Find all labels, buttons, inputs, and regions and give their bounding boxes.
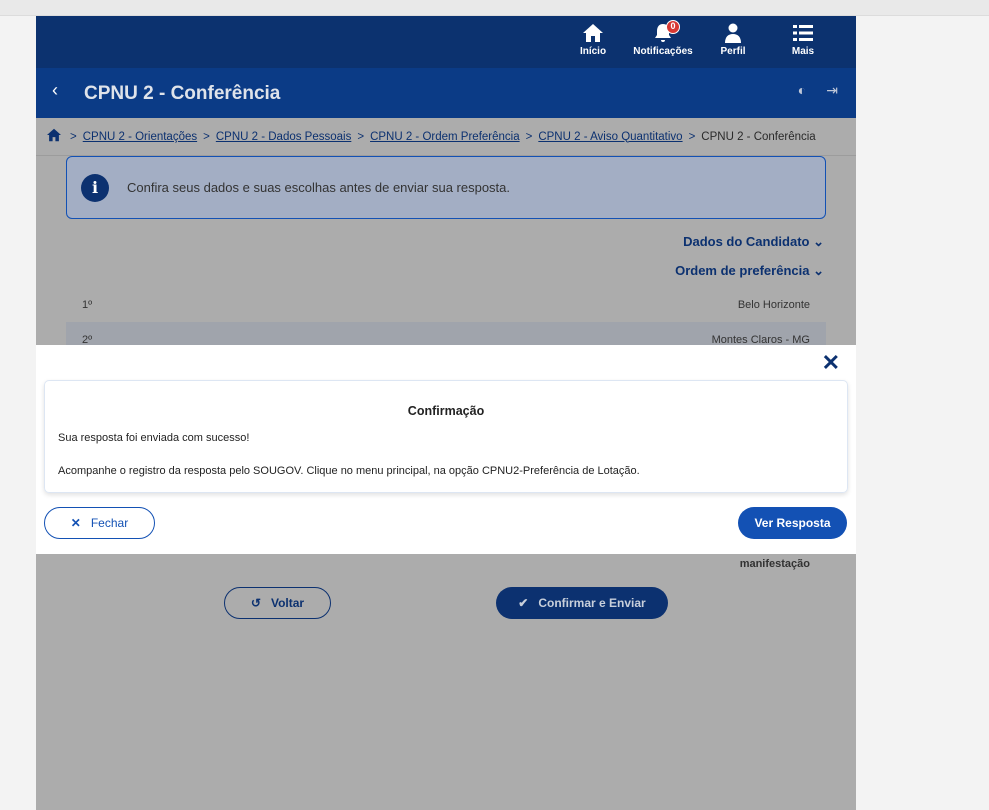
header: Início 0 Notificações Perfil Mais bbox=[36, 16, 856, 68]
breadcrumb: > CPNU 2 - Orientações > CPNU 2 - Dados Pe… bbox=[36, 118, 856, 156]
user-icon bbox=[698, 20, 768, 46]
modal-card: Confirmação Sua resposta foi enviada com… bbox=[44, 380, 848, 493]
list-icon bbox=[768, 20, 838, 46]
breadcrumb-link[interactable]: CPNU 2 - Orientações bbox=[83, 131, 197, 143]
undo-icon: ↺ bbox=[250, 596, 261, 610]
breadcrumb-link[interactable]: CPNU 2 - Aviso Quantitativo bbox=[538, 131, 682, 143]
confirmation-modal: ✕ Confirmação Sua resposta foi enviada c… bbox=[36, 345, 856, 554]
home-icon bbox=[558, 20, 628, 46]
close-icon: ✕ bbox=[70, 516, 81, 530]
nav-mais[interactable]: Mais bbox=[768, 20, 838, 57]
table-row: 1º Belo Horizonte bbox=[82, 299, 810, 311]
confirmar-enviar-button[interactable]: ✔ Confirmar e Enviar bbox=[496, 587, 668, 619]
info-alert: i Confira seus dados e suas escolhas ante… bbox=[66, 156, 826, 219]
modal-title: Confirmação bbox=[407, 404, 485, 418]
logout-icon[interactable]: ⇥ bbox=[826, 82, 838, 99]
contrast-icon[interactable]: ◐ bbox=[798, 82, 806, 99]
notification-badge: 0 bbox=[666, 20, 680, 34]
title-bar: ‹ CPNU 2 - Conferência ◐ ⇥ bbox=[36, 68, 856, 118]
nav-perfil[interactable]: Perfil bbox=[698, 20, 768, 57]
voltar-button[interactable]: ↺ Voltar bbox=[224, 587, 331, 619]
info-icon: i bbox=[81, 173, 109, 202]
page-title: CPNU 2 - Conferência bbox=[84, 83, 281, 104]
back-chevron-icon[interactable]: ‹ bbox=[52, 80, 58, 101]
nav-inicio[interactable]: Início bbox=[558, 20, 628, 57]
chevron-down-icon: ⌄ bbox=[813, 234, 824, 249]
close-icon[interactable]: ✕ bbox=[822, 350, 840, 376]
browser-top bbox=[0, 0, 989, 16]
home-icon[interactable] bbox=[46, 128, 62, 145]
bell-icon: 0 bbox=[628, 20, 698, 46]
breadcrumb-current: CPNU 2 - Conferência bbox=[701, 130, 816, 143]
accordion-dados-candidato[interactable]: Dados do Candidato ⌄ bbox=[683, 234, 824, 250]
ver-resposta-button[interactable]: Ver Resposta bbox=[738, 507, 847, 539]
fechar-button[interactable]: ✕ Fechar bbox=[44, 507, 155, 539]
breadcrumb-link[interactable]: CPNU 2 - Ordem Preferência bbox=[370, 131, 520, 143]
check-icon: ✔ bbox=[518, 596, 529, 610]
accordion-ordem-preferencia[interactable]: Ordem de preferência ⌄ bbox=[675, 263, 824, 279]
breadcrumb-link[interactable]: CPNU 2 - Dados Pessoais bbox=[216, 131, 352, 143]
modal-instructions: Acompanhe o registro da resposta pelo SO… bbox=[58, 465, 640, 477]
modal-message: Sua resposta foi enviada com sucesso! bbox=[58, 432, 250, 444]
nav-notificacoes[interactable]: 0 Notificações bbox=[628, 20, 698, 57]
chevron-down-icon: ⌄ bbox=[813, 263, 824, 278]
